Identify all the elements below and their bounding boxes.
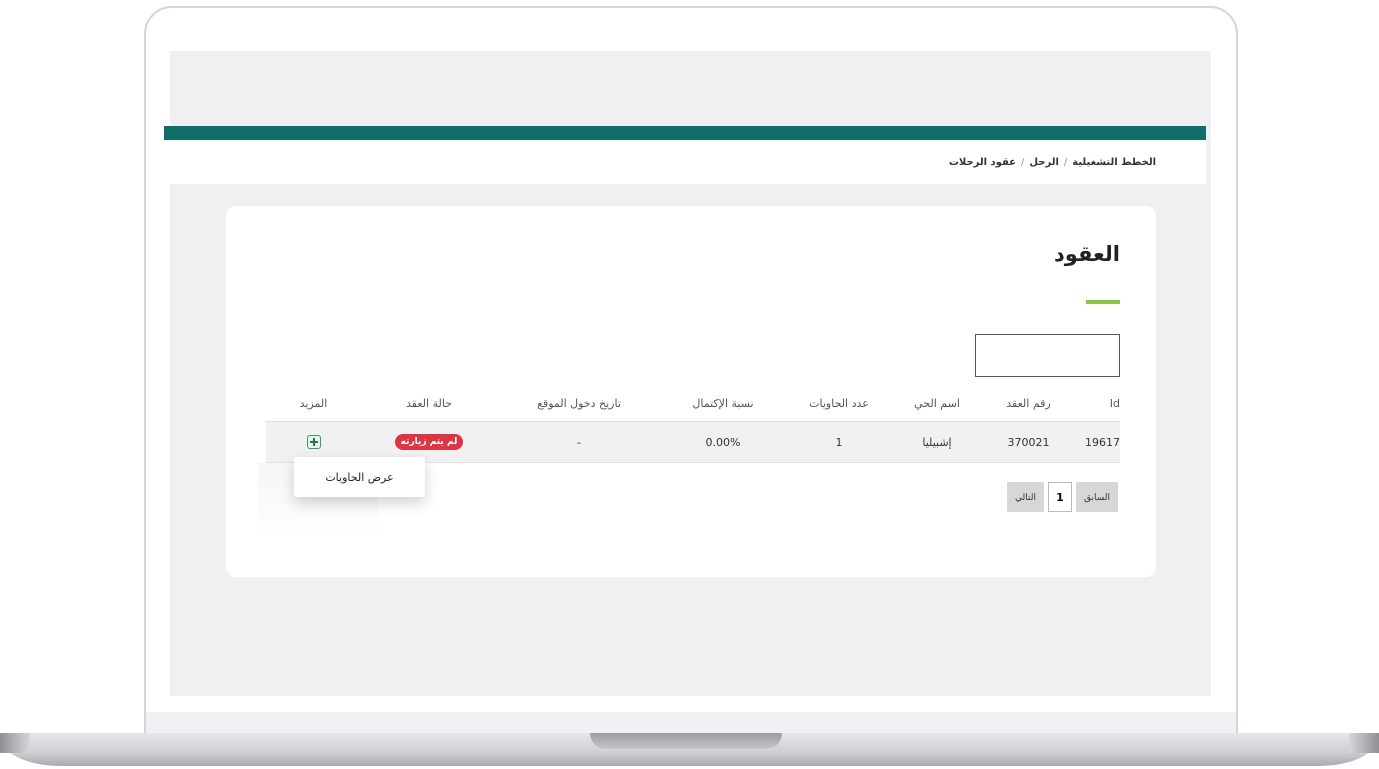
cell-more (266, 435, 361, 449)
laptop-bezel-bottom (146, 712, 1236, 734)
contracts-table: Id رقم العقد اسم الحي عدد الحاويات نسبة … (266, 386, 1120, 463)
laptop-notch (590, 733, 782, 749)
menu-item-view-containers[interactable]: عرض الحاويات (325, 471, 393, 484)
search-input[interactable] (975, 334, 1120, 377)
col-header-status[interactable]: حالة العقد (361, 397, 497, 410)
title-underline (1086, 300, 1120, 304)
prev-page-button[interactable]: السابق (1075, 482, 1118, 512)
header-bar (164, 126, 1206, 140)
cell-id: 19617 (1085, 435, 1120, 449)
cell-completion: 0.00% (705, 435, 741, 449)
col-header-completion[interactable]: نسبة الإكتمال (661, 397, 785, 410)
col-header-district[interactable]: اسم الحي (893, 397, 981, 410)
col-header-containers[interactable]: عدد الحاويات (785, 397, 893, 410)
col-header-contract-number[interactable]: رقم العقد (981, 397, 1076, 410)
laptop-base-edge-left (0, 733, 30, 753)
breadcrumb-separator: / (1063, 156, 1068, 168)
status-badge: لم يتم زيارته (394, 434, 464, 450)
page-edge (164, 636, 170, 696)
breadcrumb-item-plans[interactable]: الخطط التشغيلية (1072, 157, 1156, 168)
breadcrumb-separator: / (1020, 156, 1025, 168)
page-number-current[interactable]: 1 (1047, 482, 1072, 512)
cell-containers: 1 (835, 435, 843, 449)
cell-contract-number: 370021 (1007, 435, 1050, 449)
table-grid-icon[interactable] (306, 435, 321, 449)
laptop-base-edge-right (1349, 733, 1379, 753)
next-page-button[interactable]: التالي (1007, 482, 1044, 512)
breadcrumb: الخطط التشغيلية / الرحل / عقود الرحلات (164, 140, 1206, 184)
cell-status: لم يتم زيارته (361, 434, 497, 450)
page-title: العقود (1054, 242, 1120, 266)
col-header-entry-date[interactable]: تاريخ دخول الموقع (497, 397, 661, 410)
cell-entry-date: - (577, 435, 581, 449)
breadcrumb-item-trips[interactable]: الرحل (1029, 157, 1059, 168)
cell-district: إشبيليا (922, 435, 952, 449)
pagination: السابق 1 التالي (1007, 482, 1118, 512)
breadcrumb-item-contracts: عقود الرحلات (948, 156, 1016, 168)
col-header-id[interactable]: Id (1076, 397, 1120, 410)
more-dropdown-menu: عرض الحاويات (294, 457, 425, 497)
table-header: Id رقم العقد اسم الحي عدد الحاويات نسبة … (266, 386, 1120, 422)
col-header-more: المزيد (299, 397, 328, 410)
